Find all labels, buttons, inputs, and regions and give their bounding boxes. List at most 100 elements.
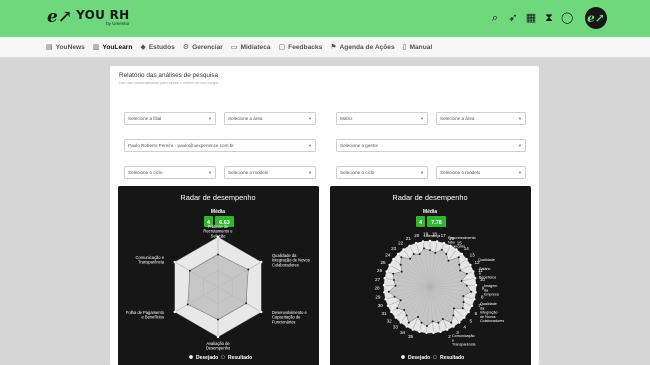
calendar-icon[interactable]: ▦ bbox=[525, 11, 537, 24]
hourglass-icon[interactable]: ⧗ bbox=[543, 11, 555, 24]
axis-label: Desenvolvimento e Capacitação de Funcionár… bbox=[272, 310, 308, 324]
nav-item-gerenciar[interactable]: ⚙ Gerenciar bbox=[183, 43, 223, 51]
person-select[interactable]: Paulo Roberto Pereira - paulo@uexperienc… bbox=[124, 139, 316, 152]
feedback-icon: ▢ bbox=[278, 43, 286, 51]
result-point bbox=[470, 290, 473, 293]
area-select-right[interactable]: Selecione a área ▼ bbox=[436, 112, 526, 125]
axis-label: Qualidade da Integração de Novos Colaborad… bbox=[272, 253, 310, 267]
gestor-select[interactable]: Selecione o gestor ▼ bbox=[336, 139, 526, 152]
nav-item-feedbacks[interactable]: ▢ Feedbacks bbox=[279, 43, 323, 51]
desired-point bbox=[402, 248, 405, 251]
result-point bbox=[445, 253, 448, 255]
desired-point bbox=[382, 284, 386, 287]
legend-marker bbox=[433, 355, 437, 359]
spoke-number: 7 bbox=[478, 303, 481, 308]
spoke-number: 27 bbox=[375, 277, 381, 282]
desired-point bbox=[386, 304, 390, 307]
result-point bbox=[462, 301, 465, 304]
desired-point bbox=[394, 316, 397, 319]
desired-point bbox=[414, 241, 418, 245]
chevron-down-icon: ▼ bbox=[518, 116, 522, 121]
result-point bbox=[465, 284, 468, 287]
matriz-select[interactable]: Matriz ▼ bbox=[336, 112, 428, 125]
chevron-down-icon: ▼ bbox=[208, 170, 212, 175]
nav-item-manual[interactable]: ▯ Manual bbox=[403, 43, 433, 51]
legend-marker bbox=[221, 355, 225, 359]
chevron-down-icon: ▼ bbox=[308, 143, 312, 148]
result-point bbox=[400, 256, 403, 259]
desired-point bbox=[392, 257, 395, 261]
desired-point bbox=[390, 310, 393, 314]
ciclo-select-right-value: Selecione o ciclo bbox=[340, 170, 375, 175]
desired-point bbox=[439, 330, 442, 333]
nav-item-label: Gerenciar bbox=[192, 43, 223, 51]
chat-icon[interactable]: ◯ bbox=[561, 11, 573, 24]
agenda-icon: ⚑ bbox=[330, 43, 337, 51]
rocket-icon[interactable]: ➶ bbox=[507, 11, 519, 24]
axis-label: Imagem da Empresa bbox=[484, 284, 500, 297]
main-nav: ▤ YouNews ▥ YouLearn ◆ Estudos ⚙ Gerenciar ▭ Midi… bbox=[0, 37, 650, 58]
legend-marker bbox=[189, 355, 193, 359]
nav-item-midiateca[interactable]: ▭ Midiateca bbox=[231, 43, 271, 51]
gestor-select-value: Selecione o gestor bbox=[340, 143, 379, 148]
result-point bbox=[452, 314, 455, 317]
result-point bbox=[396, 307, 399, 310]
area-select-left[interactable]: Selecione a área ▼ bbox=[224, 112, 316, 125]
chevron-down-icon: ▼ bbox=[208, 116, 212, 121]
spoke-number: 33 bbox=[393, 325, 399, 330]
result-point bbox=[217, 318, 219, 321]
desired-point bbox=[383, 291, 386, 294]
average-label: Média bbox=[423, 209, 437, 215]
spoke-number: 11 bbox=[478, 268, 483, 273]
result-point bbox=[387, 290, 390, 293]
result-point bbox=[399, 263, 402, 266]
nav-item-estudos[interactable]: ◆ Estudos bbox=[140, 43, 174, 51]
modelo-select-right[interactable]: Selecione o modelo ▼ bbox=[436, 166, 526, 179]
axis-label: Qualidade bbox=[478, 258, 495, 262]
filial-select[interactable]: Selecione a filial ▼ bbox=[124, 112, 216, 125]
result-point bbox=[405, 314, 408, 317]
spoke-number: 32 bbox=[387, 318, 393, 323]
nav-item-label: YouNews bbox=[55, 43, 85, 51]
result-point bbox=[423, 247, 425, 250]
spoke-number: 10 bbox=[480, 277, 486, 282]
desired-point bbox=[385, 270, 388, 273]
gear-icon: ⚙ bbox=[182, 43, 190, 51]
score-value: 7.78 bbox=[431, 220, 442, 226]
spoke-number: 17 bbox=[441, 233, 447, 238]
result-point bbox=[458, 263, 461, 266]
spoke-number: 5 bbox=[470, 318, 473, 323]
nav-item-label: Manual bbox=[409, 43, 433, 51]
book-icon: ▥ bbox=[92, 43, 100, 51]
spoke-number: 35 bbox=[408, 334, 414, 339]
desired-point bbox=[405, 325, 408, 328]
brand-logo[interactable]: e↗ YOU RH by Umentor bbox=[47, 9, 130, 27]
nav-item-youlearn[interactable]: ▥ YouLearn bbox=[93, 43, 133, 51]
result-point bbox=[409, 257, 412, 260]
nav-item-label: Feedbacks bbox=[288, 43, 323, 51]
person-select-value: Paulo Roberto Pereira - paulo@uexperienc… bbox=[128, 143, 234, 148]
spoke-number: 28 bbox=[374, 286, 380, 291]
result-point bbox=[186, 303, 189, 306]
desired-point bbox=[399, 321, 402, 324]
chevron-down-icon: ▼ bbox=[308, 170, 312, 175]
ciclo-select-right[interactable]: Selecione o ciclo ▼ bbox=[336, 166, 428, 179]
nav-item-label: Estudos bbox=[148, 43, 175, 51]
result-point bbox=[392, 272, 395, 275]
nav-item-younews[interactable]: ▤ YouNews bbox=[46, 43, 85, 51]
result-point bbox=[407, 321, 410, 324]
brand-name: YOU RH bbox=[76, 8, 130, 22]
desired-point bbox=[408, 244, 411, 247]
avatar[interactable]: e↗ bbox=[585, 7, 607, 29]
folder-icon: ▭ bbox=[230, 43, 238, 51]
search-icon[interactable]: ⌕ bbox=[489, 11, 501, 24]
modelo-select-left[interactable]: Selecione o modelo ▼ bbox=[224, 166, 316, 179]
legend-label: Desejado bbox=[196, 355, 218, 361]
result-point bbox=[394, 284, 397, 287]
result-point bbox=[420, 321, 423, 324]
ciclo-select-left[interactable]: Selecione o ciclo ▼ bbox=[124, 166, 216, 179]
spoke-number: 9 bbox=[482, 286, 485, 291]
modelo-select-left-value: Selecione o modelo bbox=[228, 170, 269, 175]
result-point bbox=[429, 249, 431, 252]
nav-item-agenda-de-a-es[interactable]: ⚑ Agenda de Ações bbox=[330, 43, 394, 51]
